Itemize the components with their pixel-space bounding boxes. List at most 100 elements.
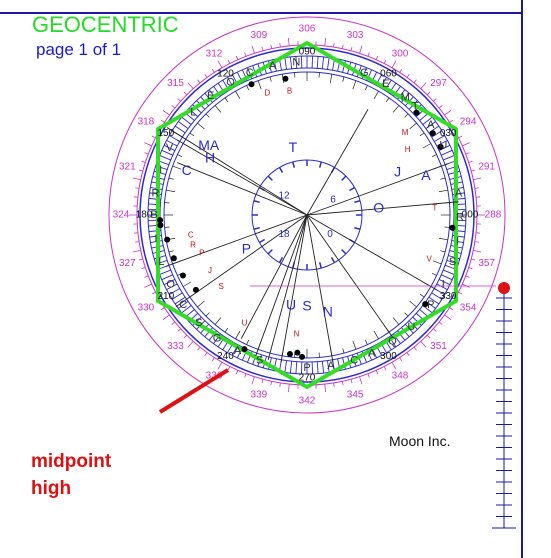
inner-tick xyxy=(432,260,442,265)
zodiac-letter: I xyxy=(456,235,459,247)
axis-label: S xyxy=(302,298,311,314)
planet-glyph: R xyxy=(190,241,196,250)
planet-glyph: U xyxy=(242,318,248,327)
outer-tick xyxy=(177,328,181,332)
dial-tick xyxy=(354,226,361,230)
outer-tick xyxy=(197,346,201,351)
inner-tick xyxy=(172,165,182,170)
outer-tick xyxy=(227,366,231,371)
outer-tick xyxy=(406,73,410,78)
zodiac-letter: M xyxy=(401,92,410,104)
outer-tick xyxy=(135,187,140,189)
outer-tick xyxy=(177,98,181,102)
outer-tick xyxy=(270,44,273,49)
inner-tick xyxy=(205,113,210,118)
outer-tick xyxy=(135,241,140,243)
band-tick xyxy=(443,155,455,161)
outer-tick xyxy=(449,307,454,311)
inner-tick xyxy=(365,339,368,345)
outer-tick xyxy=(474,241,479,243)
inner-tick xyxy=(404,312,409,317)
axis-label: H xyxy=(205,150,215,166)
dial-tick xyxy=(267,175,273,181)
outer-degree-label: 312 xyxy=(206,49,223,60)
stage: 306 303 300 297 294 291 288 357 354 351 348 345 342 3… xyxy=(0,0,551,558)
planet-dot xyxy=(299,353,306,360)
inner-degree-label: 300 xyxy=(380,351,397,362)
inner-tick xyxy=(422,143,432,149)
outer-tick xyxy=(471,169,476,172)
outer-degree-label: 294 xyxy=(460,117,477,128)
inner-degree-label: 150 xyxy=(157,128,174,139)
outer-tick xyxy=(141,160,146,163)
outer-tick xyxy=(444,314,452,320)
axis-label: A xyxy=(421,167,431,183)
inner-tick xyxy=(409,300,417,308)
outer-tick xyxy=(187,82,194,89)
outer-tick xyxy=(171,321,176,325)
inner-tick xyxy=(269,76,272,82)
outer-tick xyxy=(144,152,149,155)
axis-label: T xyxy=(289,139,298,155)
band-tick xyxy=(178,121,189,129)
inner-tick xyxy=(431,154,437,157)
outer-tick xyxy=(151,135,156,139)
outer-tick xyxy=(341,44,344,49)
zodiac-letter: A xyxy=(269,60,277,72)
outer-tick xyxy=(151,291,156,295)
outer-tick xyxy=(187,341,194,348)
outer-tick xyxy=(162,110,170,116)
planet-glyph: T xyxy=(432,203,437,212)
midpoint-line-1: midpoint xyxy=(31,451,112,472)
inner-degree-label: 030 xyxy=(440,128,457,139)
zodiac-letter: U xyxy=(439,139,447,151)
outer-tick xyxy=(333,382,335,387)
inner-degree-label: 210 xyxy=(157,291,174,302)
axis-label: O xyxy=(373,199,384,215)
zodiac-letter: S xyxy=(195,317,202,329)
zodiac-letter: T xyxy=(412,101,419,113)
zodiac-letter: O xyxy=(226,76,235,88)
dial-tick xyxy=(354,200,361,204)
outer-tick xyxy=(473,249,482,253)
outer-tick xyxy=(261,379,264,384)
outer-tick xyxy=(270,381,273,386)
dial-tick xyxy=(278,166,284,173)
zodiac-letter: G xyxy=(360,67,369,79)
zodiac-letter: R xyxy=(456,212,464,224)
outer-degree-label: 321 xyxy=(119,162,136,173)
planet-glyph: M xyxy=(402,128,409,137)
planet-glyph: S xyxy=(219,282,224,291)
zodiac-letter: N xyxy=(292,56,300,68)
dial-tick xyxy=(292,161,296,168)
band-tick xyxy=(284,57,287,70)
band-tick xyxy=(159,155,171,161)
outer-tick xyxy=(227,59,231,64)
outer-tick xyxy=(413,79,417,84)
outer-tick xyxy=(468,267,473,270)
inner-degree-label: 270 xyxy=(299,373,316,384)
outer-degree-label: 327 xyxy=(119,258,136,269)
outer-tick xyxy=(251,376,255,385)
inner-tick xyxy=(197,122,205,130)
outer-tick xyxy=(197,79,201,84)
band-tick xyxy=(289,361,293,374)
inner-tick xyxy=(365,85,368,91)
dial-tick xyxy=(318,262,322,269)
dial-label: 12 xyxy=(278,190,290,201)
inner-tick xyxy=(352,80,357,90)
planet-glyph: V xyxy=(426,255,432,264)
axis-label: J xyxy=(394,163,401,179)
outer-tick xyxy=(138,169,143,172)
zodiac-letter: A xyxy=(455,188,463,200)
zodiac-letter: L xyxy=(158,256,164,268)
outer-tick xyxy=(449,119,454,123)
band-tick xyxy=(316,361,319,374)
outer-tick xyxy=(162,314,170,320)
aspect-line xyxy=(306,214,438,291)
band-tick xyxy=(443,269,455,275)
inner-tick xyxy=(257,80,262,90)
inner-tick xyxy=(246,339,249,345)
zodiac-letter: P xyxy=(303,362,310,374)
outer-tick xyxy=(287,384,290,393)
